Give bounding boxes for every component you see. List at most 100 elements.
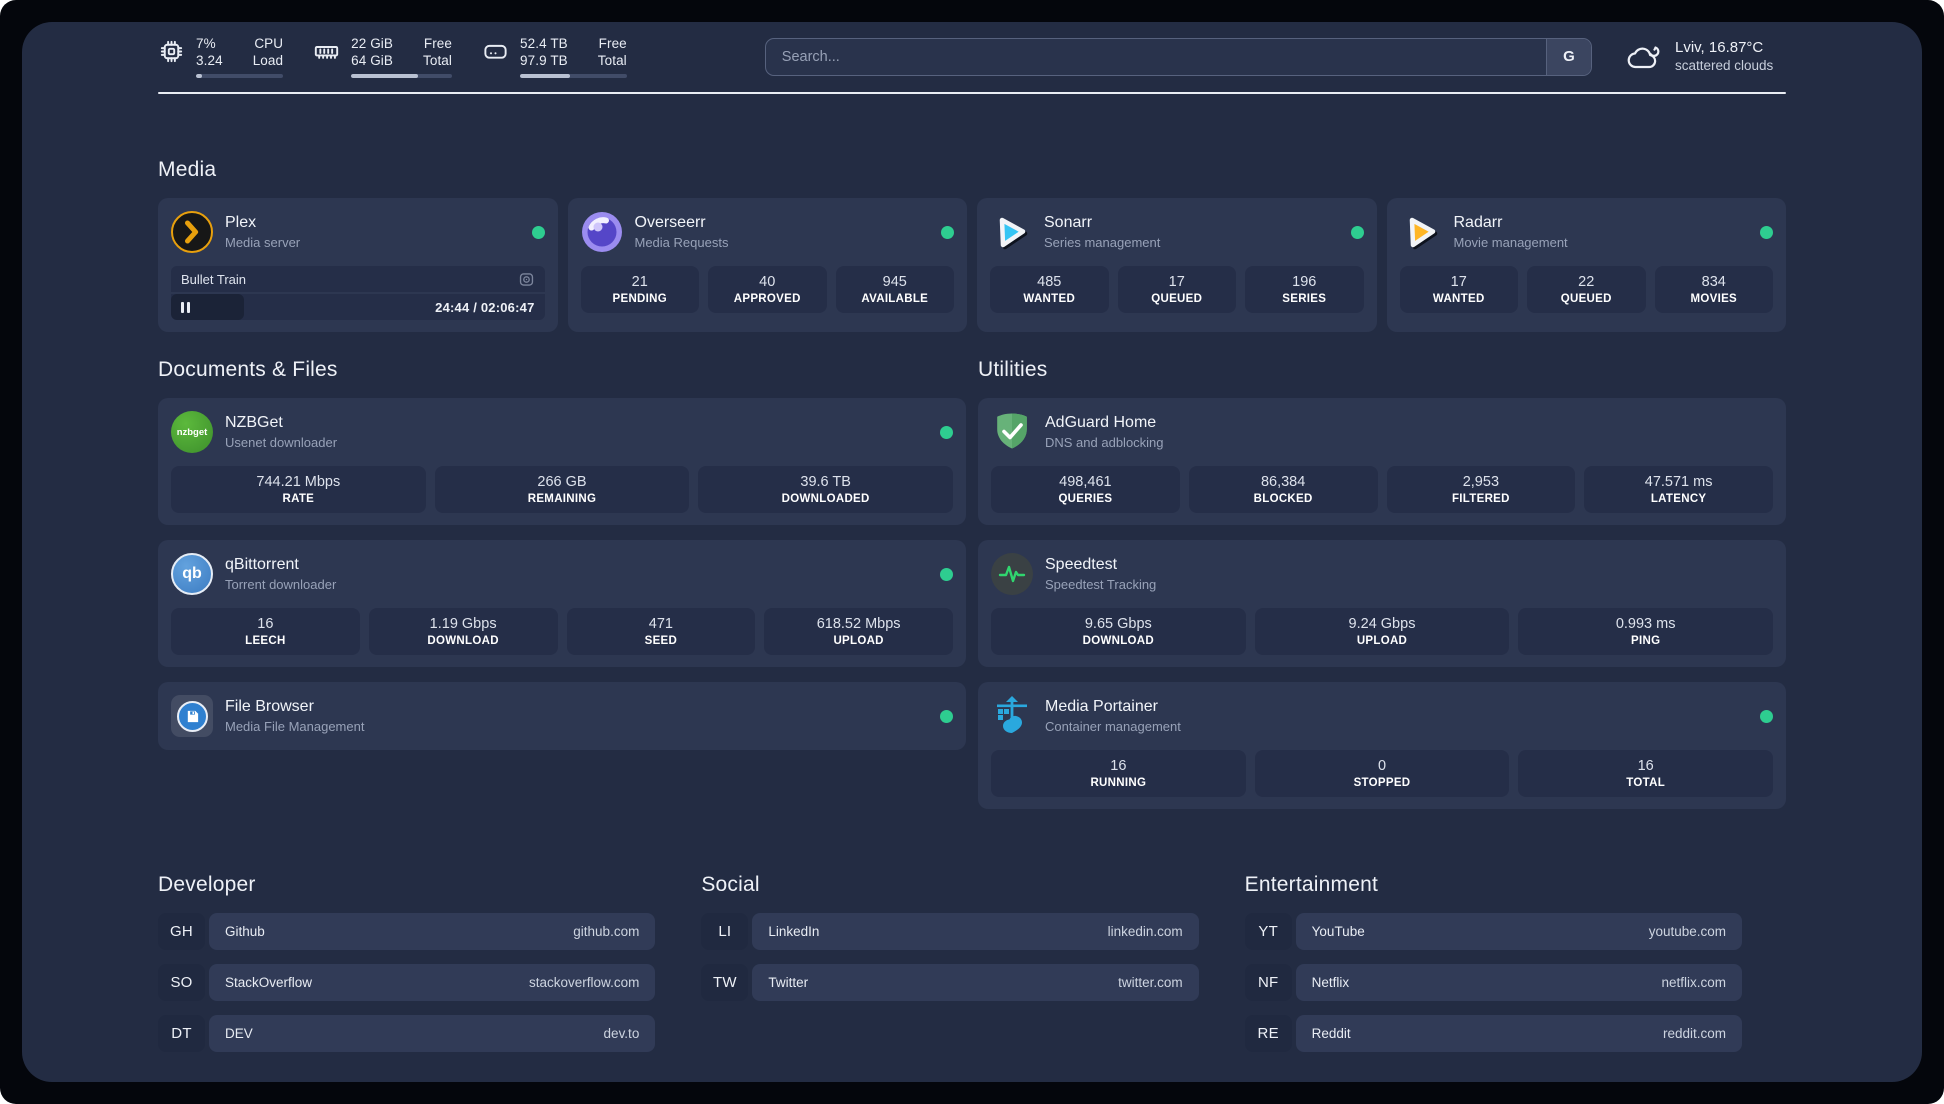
disk-labels: Free Total <box>597 36 627 68</box>
memory-widget: 22 GiB 64 GiB Free Total <box>313 35 453 78</box>
service-description: Media Requests <box>634 235 729 250</box>
cloud-icon <box>1626 42 1662 72</box>
status-dot-online <box>941 225 954 239</box>
topbar-divider <box>158 92 1786 94</box>
stat-pending: 21 PENDING <box>580 266 699 313</box>
service-name: Speedtest <box>1045 556 1118 573</box>
link-bar: Reddit reddit.com <box>1295 1015 1742 1052</box>
service-card-file-browser[interactable]: File Browser Media File Management <box>158 682 966 750</box>
stat-value: 485 <box>1037 273 1062 290</box>
search-input[interactable] <box>765 38 1546 75</box>
service-name: qBittorrent <box>225 556 299 573</box>
link-netflix[interactable]: NF Netflix netflix.com <box>1244 964 1742 1001</box>
service-name: Sonarr <box>1044 214 1093 231</box>
adguard-icon <box>991 411 1033 453</box>
service-meta: Sonarr Series management <box>1044 213 1160 251</box>
service-meta: AdGuard Home DNS and adblocking <box>1045 413 1164 451</box>
dashboard-panel: 7% 3.24 CPU Load 22 GiB 64 GiB Free Tota… <box>22 22 1922 1082</box>
memory-labels: Free Total <box>423 36 453 68</box>
service-description: Speedtest Tracking <box>1045 577 1157 592</box>
link-bar: Github github.com <box>209 913 656 950</box>
service-description: Usenet downloader <box>225 435 338 450</box>
stat-value: 86,384 <box>1260 473 1306 490</box>
service-card-qbittorrent[interactable]: qb qBittorrent Torrent downloader 16 LEECH 1.… <box>158 540 966 667</box>
overseerr-icon <box>581 211 623 253</box>
service-card-overseerr[interactable]: Overseerr Media Requests 21 PENDING 40 APPROV… <box>567 198 967 332</box>
disk-widget: 52.4 TB 97.9 TB Free Total <box>482 35 627 78</box>
service-stats: 744.21 Mbps RATE 266 GB REMAINING 39.6 TB DOW… <box>171 466 953 513</box>
app-frame: 7% 3.24 CPU Load 22 GiB 64 GiB Free Tota… <box>0 0 1944 1104</box>
stat-value: 39.6 TB <box>800 473 851 490</box>
stat-upload: 618.52 Mbps UPLOAD <box>764 608 953 655</box>
status-dot-online <box>1350 225 1364 239</box>
service-stats: 485 WANTED 17 QUEUED 196 SERIES <box>990 266 1364 313</box>
stat-value: 9.65 Gbps <box>1084 615 1152 632</box>
link-name: DEV <box>225 1026 253 1041</box>
service-meta: File Browser Media File Management <box>225 697 364 735</box>
section-utilities: Utilities AdGuard Home DNS and adblocking… <box>978 358 1786 809</box>
stat-label: UPLOAD <box>1356 634 1408 647</box>
service-card-speedtest[interactable]: Speedtest Speedtest Tracking 9.65 Gbps DOWN… <box>978 540 1786 667</box>
stat-series: 196 SERIES <box>1245 266 1364 313</box>
stat-label: QUEUED <box>1151 292 1203 305</box>
stat-value: 945 <box>882 273 907 290</box>
link-linkedin[interactable]: LI LinkedIn linkedin.com <box>701 913 1199 950</box>
link-icon-netflix: NF <box>1244 964 1292 1001</box>
stat-label: WANTED <box>1432 292 1485 305</box>
memory-values: 22 GiB 64 GiB <box>351 36 393 68</box>
service-card-plex[interactable]: Plex Media server Bullet Train 24:44 / 02:0… <box>158 198 558 332</box>
service-stats: 16 RUNNING 0 STOPPED 16 TOTAL <box>991 750 1773 797</box>
stat-label: RATE <box>282 492 315 505</box>
stat-value: 834 <box>1701 273 1726 290</box>
link-url: netflix.com <box>1661 975 1726 990</box>
stat-value: 744.21 Mbps <box>256 473 341 490</box>
service-card-sonarr[interactable]: Sonarr Series management 485 WANTED 17 QUEUED… <box>977 198 1377 332</box>
section-title: Utilities <box>978 358 1048 381</box>
link-reddit[interactable]: RE Reddit reddit.com <box>1244 1015 1742 1052</box>
speedtest-icon <box>991 553 1033 595</box>
service-card-header: Radarr Movie management <box>1400 210 1773 254</box>
filebrowser-icon <box>171 695 213 737</box>
link-github[interactable]: GH Github github.com <box>158 913 656 950</box>
service-card-header: Speedtest Speedtest Tracking <box>991 552 1773 596</box>
stat-wanted: 17 WANTED <box>1399 266 1518 313</box>
stat-value: 17 <box>1450 273 1467 290</box>
service-card-nzbget[interactable]: nzbget NZBGet Usenet downloader 744.21 Mbps… <box>158 398 966 525</box>
service-card-header: AdGuard Home DNS and adblocking <box>991 410 1773 454</box>
section-entertainment: Entertainment YT YouTube youtube.com NF Netfl… <box>1244 873 1742 1066</box>
service-name: Radarr <box>1453 214 1503 231</box>
service-card-media-portainer[interactable]: Media Portainer Container management 16 RUN… <box>978 682 1786 809</box>
section-documents-files: Documents & Files nzbget NZBGet Usenet dow… <box>158 358 966 750</box>
section-title: Entertainment <box>1244 873 1378 896</box>
status-dot-online <box>531 225 545 239</box>
service-name: AdGuard Home <box>1045 414 1157 431</box>
service-card-adguard-home[interactable]: AdGuard Home DNS and adblocking 498,461 QUE… <box>978 398 1786 525</box>
playback-progress-row: 24:44 / 02:06:47 <box>171 294 545 320</box>
stat-value: 266 GB <box>537 473 587 490</box>
search-provider-button[interactable]: G <box>1546 38 1591 75</box>
cpu-progressbar <box>196 74 284 78</box>
link-stackoverflow[interactable]: SO StackOverflow stackoverflow.com <box>158 964 656 1001</box>
service-card-radarr[interactable]: Radarr Movie management 17 WANTED 22 QUEUED 83… <box>1386 198 1786 332</box>
stat-downloaded: 39.6 TB DOWNLOADED <box>698 466 953 513</box>
pause-icon[interactable] <box>181 301 190 313</box>
link-name: StackOverflow <box>225 975 313 990</box>
service-description: Container management <box>1045 719 1181 734</box>
stat-value: 16 <box>1637 757 1654 774</box>
link-dev[interactable]: DT DEV dev.to <box>158 1015 656 1052</box>
section-social: Social LI LinkedIn linkedin.com TW Twitter twi… <box>701 873 1199 1066</box>
stat-seed: 471 SEED <box>566 608 756 655</box>
service-description: DNS and adblocking <box>1045 435 1164 450</box>
weather-location-temp: Lviv, 16.87°C <box>1675 39 1764 56</box>
service-name: File Browser <box>225 698 314 715</box>
link-youtube[interactable]: YT YouTube youtube.com <box>1244 913 1742 950</box>
section-developer: Developer GH Github github.com SO StackOverfl… <box>158 873 656 1066</box>
link-icon-stackoverflow: SO <box>158 964 205 1001</box>
stat-available: 945 AVAILABLE <box>835 266 954 313</box>
disk-values: 52.4 TB 97.9 TB <box>520 36 568 68</box>
link-twitter[interactable]: TW Twitter twitter.com <box>701 964 1199 1001</box>
stat-running: 16 RUNNING <box>991 750 1246 797</box>
stat-queued: 17 QUEUED <box>1117 266 1236 313</box>
portainer-icon <box>991 695 1033 737</box>
stat-label: TOTAL <box>1626 776 1666 789</box>
